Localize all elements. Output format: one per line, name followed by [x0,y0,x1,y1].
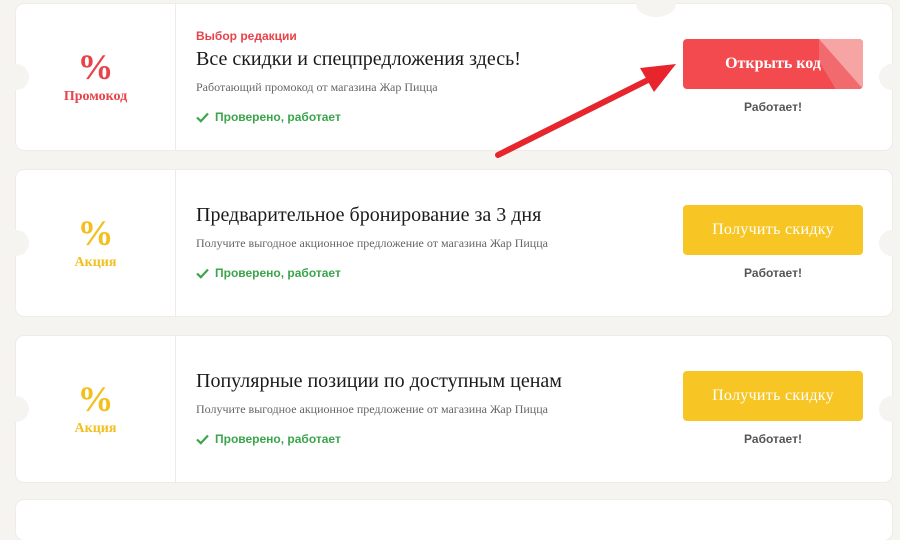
get-discount-button[interactable]: Получить скидку [683,205,863,255]
coupon-description: Получите выгодное акционное предложение … [196,402,548,416]
coupon-type-label: Акция [74,421,117,436]
open-code-label: Открыть код [725,55,821,72]
coupon-type-panel: % Акция [16,170,176,316]
ticket-notch [879,230,900,256]
coupon-description: Получите выгодное акционное предложение … [196,236,548,250]
works-status: Работает! [744,432,802,446]
percent-icon: % [77,379,114,419]
open-code-button[interactable]: Открыть код [683,39,863,89]
coupon-card-partial [16,500,892,540]
verified-status: Проверено, работает [196,266,341,280]
verified-label: Проверено, работает [215,110,341,124]
coupon-title[interactable]: Популярные позиции по доступным ценам [196,370,562,393]
coupon-card-action: % Акция Предварительное бронирование за … [3,170,900,316]
coupon-type-panel: % Акция [16,336,176,482]
coupon-title[interactable]: Все скидки и спецпредложения здесь! [196,48,521,71]
verified-status: Проверено, работает [196,110,341,124]
coupon-type-panel: % Промокод [16,4,176,150]
verified-status: Проверено, работает [196,432,341,446]
verified-label: Проверено, работает [215,266,341,280]
ticket-notch [879,396,900,422]
percent-icon: % [77,47,114,87]
percent-icon: % [77,213,114,253]
verified-label: Проверено, работает [215,432,341,446]
checkmark-icon [196,112,209,123]
coupon-type-label: Акция [74,255,117,270]
coupon-card-action: % Акция Популярные позиции по доступным … [3,336,900,482]
coupon-type-label: Промокод [63,89,128,104]
ticket-notch [636,0,676,17]
checkmark-icon [196,268,209,279]
get-discount-button[interactable]: Получить скидку [683,371,863,421]
coupon-description: Работающий промокод от магазина Жар Пицц… [196,80,438,94]
editor-choice-badge: Выбор редакции [196,29,297,43]
checkmark-icon [196,434,209,445]
coupon-title[interactable]: Предварительное бронирование за 3 дня [196,204,541,227]
coupon-card-promocode: % Промокод Выбор редакции Все скидки и с… [3,0,900,150]
works-status: Работает! [744,266,802,280]
works-status: Работает! [744,100,802,114]
ticket-notch [879,64,900,90]
